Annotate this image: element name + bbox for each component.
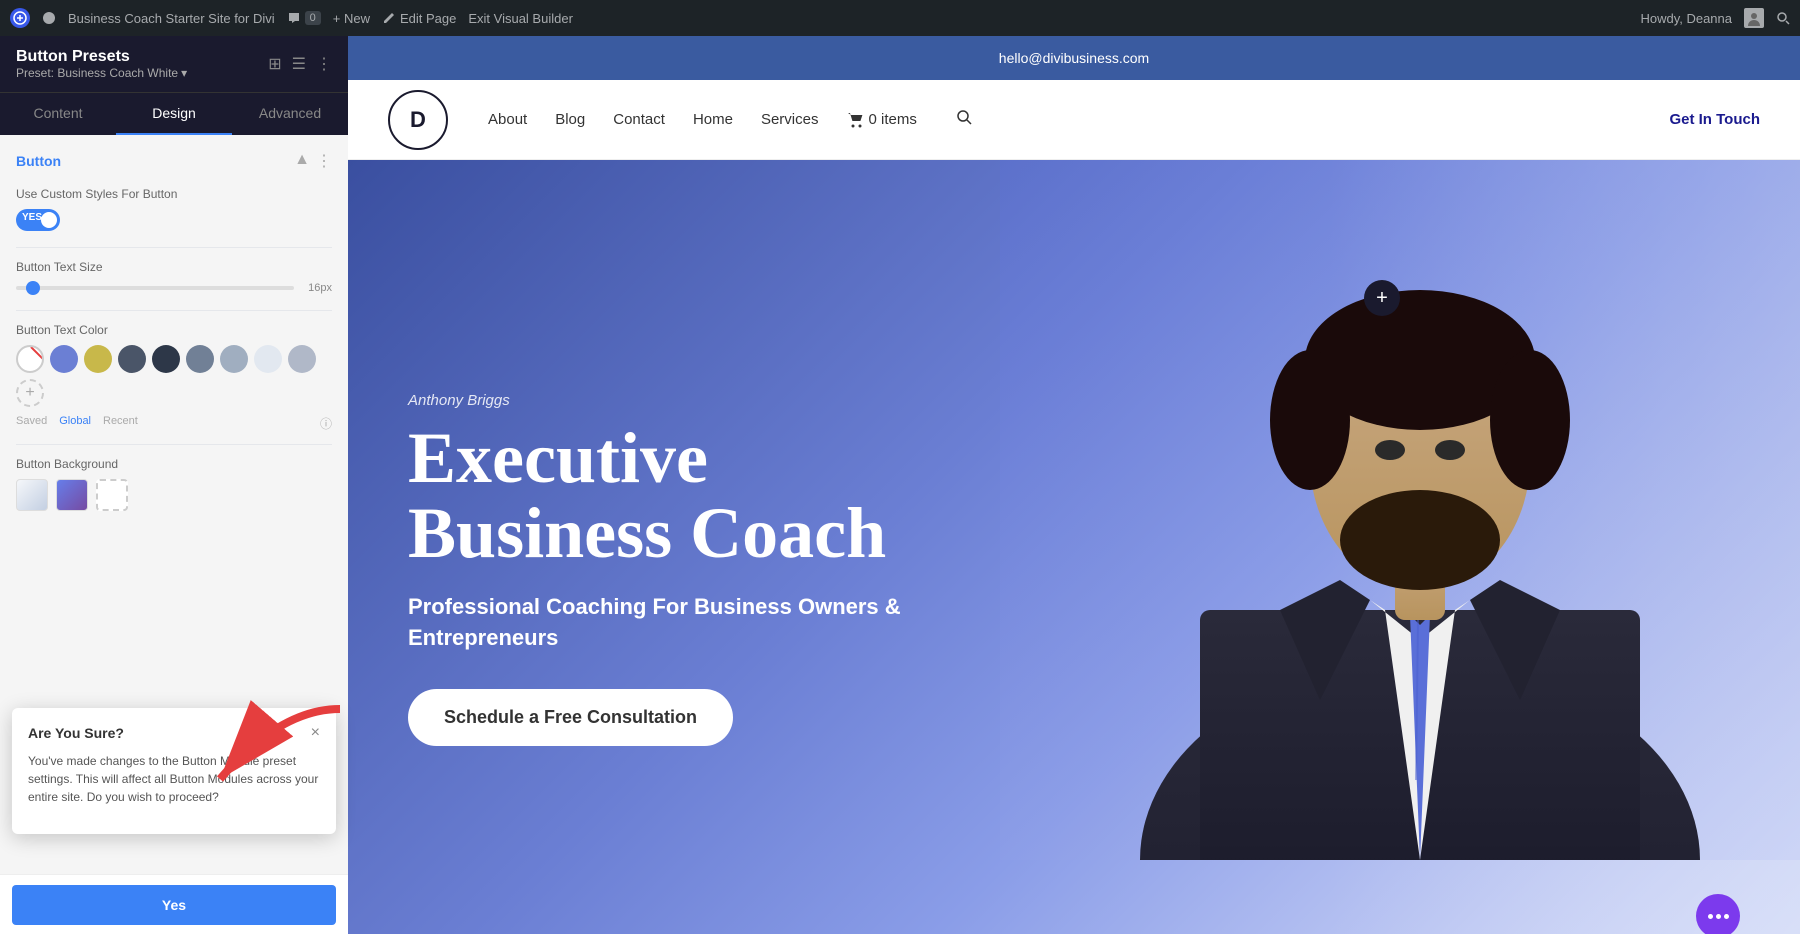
email-link[interactable]: hello@divibusiness.com (999, 50, 1149, 66)
color-swatch-light-gray-blue[interactable] (220, 345, 248, 373)
section-title: Button (16, 153, 61, 169)
color-swatch-gold[interactable] (84, 345, 112, 373)
dialog-message: You've made changes to the Button Module… (28, 752, 320, 806)
hero-section: Anthony Briggs Executive Business Coach … (348, 160, 1800, 934)
global-tag[interactable]: Global (59, 415, 91, 432)
recent-tag[interactable]: Recent (103, 415, 138, 432)
text-size-slider[interactable] (16, 286, 294, 290)
toggle-label: YES (22, 212, 42, 223)
panel-title: Button Presets (16, 48, 187, 66)
bg-row (16, 479, 332, 511)
search-bar-icon[interactable] (1776, 11, 1790, 25)
person-svg (1000, 160, 1800, 860)
info-icon: ⓘ (320, 415, 332, 432)
site-header: D About Blog Contact Home Services 0 ite… (348, 80, 1800, 160)
nav-home[interactable]: Home (693, 111, 733, 128)
dialog-header: Are You Sure? × (28, 724, 320, 742)
dialog-close-button[interactable]: × (311, 724, 320, 742)
cart-area[interactable]: 0 items (846, 111, 916, 129)
custom-styles-toggle-row: YES (16, 209, 332, 231)
site-nav: About Blog Contact Home Services 0 items (488, 108, 1079, 131)
add-color-swatch[interactable]: + (16, 379, 44, 407)
wp-admin-bar: Business Coach Starter Site for Divi 0 +… (0, 0, 1800, 36)
get-in-touch-link[interactable]: Get In Touch (1669, 111, 1760, 128)
color-swatch-darker-gray[interactable] (152, 345, 180, 373)
saved-tag[interactable]: Saved (16, 415, 47, 432)
wp-logo-icon[interactable] (10, 8, 30, 28)
confirm-dialog: Are You Sure? × You've made changes to t… (12, 708, 336, 834)
divider-3 (16, 444, 332, 445)
yes-button[interactable]: Yes (12, 885, 336, 925)
more-options-icon[interactable]: ⋮ (316, 54, 332, 74)
new-button[interactable]: + New (333, 11, 370, 26)
dialog-title: Are You Sure? (28, 725, 124, 741)
color-swatch-steel[interactable] (288, 345, 316, 373)
color-swatch-dark-gray[interactable] (118, 345, 146, 373)
use-custom-label: Use Custom Styles For Button (16, 187, 332, 201)
color-swatch-transparent[interactable] (16, 345, 44, 373)
bg-solid-swatch[interactable] (56, 479, 88, 511)
slider-value: 16px (302, 282, 332, 294)
dot-2 (1716, 914, 1721, 919)
background-label: Button Background (16, 457, 332, 471)
edit-page-button[interactable]: Edit Page (382, 11, 456, 26)
search-nav-icon[interactable] (955, 108, 973, 131)
text-size-slider-row: 16px (16, 282, 332, 294)
layout-icon[interactable]: ☰ (292, 54, 306, 74)
tab-design[interactable]: Design (116, 93, 232, 135)
text-color-label: Button Text Color (16, 323, 332, 337)
cart-count: 0 items (868, 111, 916, 128)
site-logo: D (388, 90, 448, 150)
divider-2 (16, 310, 332, 311)
hero-content: Anthony Briggs Executive Business Coach … (348, 332, 1048, 807)
color-save-row: Saved Global Recent ⓘ (16, 415, 332, 432)
bg-none-swatch[interactable] (96, 479, 128, 511)
bg-gradient-swatch[interactable] (16, 479, 48, 511)
text-size-label: Button Text Size (16, 260, 332, 274)
section-action-icons: ▲ ⋮ (294, 151, 332, 171)
panel-tabs: Content Design Advanced (0, 92, 348, 135)
more-icon[interactable]: ⋮ (316, 151, 332, 171)
hero-description: Professional Coaching For Business Owner… (408, 592, 988, 654)
dot-1 (1708, 914, 1713, 919)
panel-subtitle: Preset: Business Coach White ▾ (16, 66, 187, 80)
hero-subtitle: Anthony Briggs (408, 392, 988, 409)
slider-thumb[interactable] (26, 281, 40, 295)
add-section-button[interactable]: + (1364, 280, 1400, 316)
nav-blog[interactable]: Blog (555, 111, 585, 128)
hero-title: Executive Business Coach (408, 421, 988, 572)
tab-content[interactable]: Content (0, 93, 116, 135)
settings-icon[interactable]: ⊞ (268, 54, 281, 74)
tab-advanced[interactable]: Advanced (232, 93, 348, 135)
yes-button-area: Yes (0, 874, 348, 934)
email-bar: hello@divibusiness.com (348, 36, 1800, 80)
color-swatch-blue[interactable] (50, 345, 78, 373)
nav-about[interactable]: About (488, 111, 527, 128)
user-avatar[interactable] (1744, 8, 1764, 28)
custom-styles-toggle[interactable]: YES (16, 209, 60, 231)
text-color-swatches: + (16, 345, 332, 407)
dots-menu-inner (1708, 914, 1729, 919)
panel-header-icons: ⊞ ☰ ⋮ (268, 54, 332, 74)
nav-contact[interactable]: Contact (613, 111, 665, 128)
howdy-label: Howdy, Deanna (1640, 11, 1732, 26)
hero-cta-button[interactable]: Schedule a Free Consultation (408, 689, 733, 746)
site-name[interactable]: Business Coach Starter Site for Divi (68, 11, 275, 26)
exit-builder-button[interactable]: Exit Visual Builder (468, 11, 573, 26)
left-panel: Button Presets Preset: Business Coach Wh… (0, 36, 348, 934)
collapse-icon[interactable]: ▲ (294, 151, 310, 171)
site-icon (42, 11, 56, 25)
comments-item[interactable]: 0 (287, 11, 321, 25)
color-swatch-medium-gray[interactable] (186, 345, 214, 373)
panel-header: Button Presets Preset: Business Coach Wh… (0, 36, 348, 92)
button-section-header: Button ▲ ⋮ (16, 151, 332, 171)
color-swatch-very-light[interactable] (254, 345, 282, 373)
nav-services[interactable]: Services (761, 111, 819, 128)
dot-3 (1724, 914, 1729, 919)
divider-1 (16, 247, 332, 248)
main-content: hello@divibusiness.com D About Blog Cont… (348, 36, 1800, 934)
dots-menu-button[interactable] (1696, 894, 1740, 934)
